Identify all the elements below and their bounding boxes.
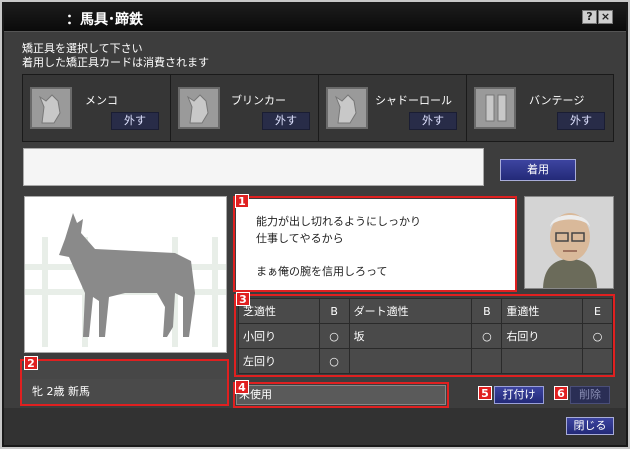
attach-button[interactable]: 打付け (494, 386, 544, 404)
aptitude-grade: ○ (582, 323, 613, 349)
remove-shadow-roll-button[interactable]: 外す (409, 112, 457, 130)
aptitude-grade: ○ (318, 323, 350, 349)
aptitude-grade (471, 348, 503, 374)
aptitude-label: 小回り (238, 323, 320, 349)
remove-menko-button[interactable]: 外す (111, 112, 159, 130)
trainer-message: 能力が出し切れるようにしっかり 仕事してやるから まぁ俺の腕を信用しろって (236, 199, 515, 290)
aptitude-grade: E (582, 298, 613, 324)
aptitude-label: 左回り (238, 348, 320, 374)
aptitude-label: ダート適性 (348, 298, 473, 324)
window-title: ：馬具･蹄鉄 (66, 12, 143, 28)
item-description-box (23, 148, 484, 186)
aptitude-label: 右回り (501, 323, 583, 349)
slot-blinker[interactable]: ブリンカー 外す (171, 75, 319, 141)
aptitude-grade (582, 348, 613, 374)
slot-label: バンテージ (529, 94, 585, 107)
horse-hood-icon (30, 87, 72, 129)
table-row: 左回り ○ (238, 348, 613, 374)
close-button[interactable]: 閉じる (566, 417, 614, 435)
slot-shadow-roll[interactable]: シャドーロール 外す (319, 75, 467, 141)
status-highlight (233, 382, 449, 408)
bottom-bar (4, 408, 626, 445)
blinker-icon (178, 87, 220, 129)
title-bar: ：馬具･蹄鉄 ? × (4, 4, 626, 32)
marker-2: 2 (24, 356, 38, 370)
marker-6: 6 (554, 386, 568, 400)
aptitude-label: 坂 (348, 323, 473, 349)
message-line-1: 能力が出し切れるようにしっかり (256, 215, 421, 228)
aptitude-grade: ○ (318, 348, 350, 374)
marker-3: 3 (236, 292, 250, 306)
marker-4: 4 (235, 380, 249, 394)
slot-bandage[interactable]: バンテージ 外す (467, 75, 615, 141)
aptitude-grade: ○ (471, 323, 503, 349)
help-button[interactable]: ? (582, 10, 597, 24)
aptitude-label (348, 348, 473, 374)
bandage-icon (474, 87, 516, 129)
aptitude-label: 芝適性 (238, 298, 320, 324)
slot-label: メンコ (85, 94, 118, 107)
slot-label: シャドーロール (375, 94, 452, 107)
shadow-roll-icon (326, 87, 368, 129)
slot-label: ブリンカー (231, 94, 286, 107)
aptitude-table: 芝適性 B ダート適性 B 重適性 E 小回り ○ 坂 ○ 右回り ○ 左回り … (238, 298, 613, 374)
horse-image (24, 196, 227, 353)
marker-1: 1 (235, 194, 249, 208)
remove-bandage-button[interactable]: 外す (557, 112, 605, 130)
wear-button[interactable]: 着用 (500, 159, 576, 181)
slot-menko[interactable]: メンコ 外す (23, 75, 171, 141)
delete-button[interactable]: 削除 (570, 386, 610, 404)
marker-5: 5 (478, 386, 492, 400)
table-row: 芝適性 B ダート適性 B 重適性 E (238, 298, 613, 324)
horseshoe-dialog: ：馬具･蹄鉄 ? × 矯正具を選択して下さい 着用した矯正具カードは消費されます… (2, 2, 628, 447)
message-line-2: 仕事してやるから (256, 232, 344, 245)
horse-info-highlight (20, 359, 229, 406)
aptitude-label: 重適性 (501, 298, 583, 324)
window-close-button[interactable]: × (598, 10, 613, 24)
instruction-line-2: 着用した矯正具カードは消費されます (22, 56, 209, 69)
equipment-panel: メンコ 外す ブリンカー 外す シャドーロール 外す バンテージ 外す (22, 74, 614, 142)
remove-blinker-button[interactable]: 外す (262, 112, 310, 130)
table-row: 小回り ○ 坂 ○ 右回り ○ (238, 323, 613, 349)
aptitude-grade: B (471, 298, 503, 324)
aptitude-label (501, 348, 583, 374)
aptitude-grade: B (318, 298, 350, 324)
trainer-portrait (524, 196, 614, 289)
message-line-3: まぁ俺の腕を信用しろって (256, 265, 388, 278)
